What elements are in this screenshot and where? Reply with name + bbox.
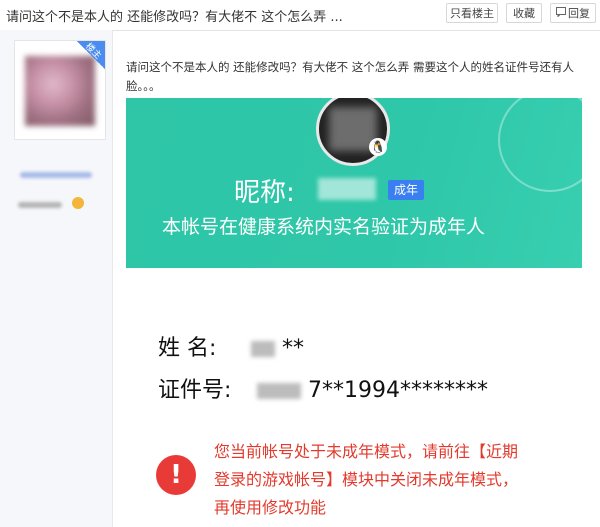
name-blurred (251, 341, 275, 357)
author-sidebar: 楼主 (0, 30, 113, 527)
only-op-button[interactable]: 只看楼主 (446, 3, 498, 23)
username-blurred[interactable] (20, 172, 92, 178)
decor-ring (498, 98, 582, 192)
thread-title: 请问这个不是本人的 还能修改吗？有大佬不 这个怎么弄 ... (6, 10, 343, 25)
nickname-label: 昵称: (234, 178, 295, 208)
user-rank-blurred (18, 202, 62, 208)
warning-icon: ! (156, 455, 196, 495)
verify-text: 本帐号在健康系统内实名验证为成年人 (162, 216, 486, 238)
thread-header: 请问这个不是本人的 还能修改吗？有大佬不 这个怎么弄 ... 只看楼主 收藏 回… (0, 0, 600, 31)
reply-icon (556, 4, 566, 24)
post-text: 请问这个不是本人的 还能修改吗？有大佬不 这个怎么弄 需要这个人的姓名证件号还有… (126, 60, 574, 93)
avatar[interactable]: 楼主 (14, 40, 106, 140)
nickname-blurred (318, 178, 376, 200)
favorite-button[interactable]: 收藏 (506, 3, 542, 23)
name-row: 姓 名: ** (158, 330, 304, 362)
id-blurred (257, 383, 301, 399)
id-row: 证件号: 7**1994******** (158, 372, 488, 404)
embedded-screenshot[interactable]: 🐧 昵称: 成年 本帐号在健康系统内实名验证为成年人 (126, 98, 582, 268)
warning-text: 您当前帐号处于未成年模式，请前往【近期登录的游戏帐号】模块中关闭未成年模式，再使… (214, 442, 519, 517)
adult-tag: 成年 (388, 180, 425, 200)
reply-button[interactable]: 回复 (550, 3, 596, 23)
level-icon (72, 197, 84, 209)
post-content: 请问这个不是本人的 还能修改吗？有大佬不 这个怎么弄 需要这个人的姓名证件号还有… (112, 30, 600, 527)
op-badge: 楼主 (77, 41, 105, 69)
id-value: 7**1994******** (308, 378, 488, 403)
qq-icon: 🐧 (369, 138, 387, 156)
name-value: ** (282, 336, 304, 361)
reply-label: 回复 (568, 7, 590, 20)
name-label: 姓 名: (158, 336, 217, 361)
id-label: 证件号: (158, 378, 232, 403)
